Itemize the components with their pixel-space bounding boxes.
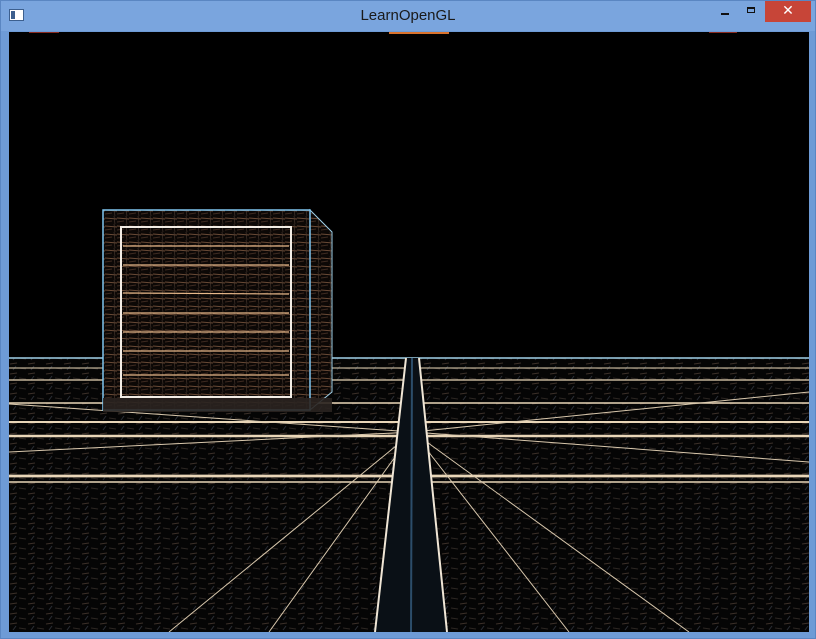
close-button[interactable]: ✕ — [765, 1, 811, 22]
crate-side-face — [309, 208, 333, 412]
opengl-viewport[interactable] — [9, 32, 809, 632]
window-title: LearnOpenGL — [360, 7, 456, 24]
top-edge-flecks — [29, 32, 737, 34]
crate-front-face — [102, 209, 311, 411]
crate-bottom-edge — [103, 398, 332, 412]
minimize-button[interactable] — [711, 1, 738, 22]
title-bar[interactable]: LearnOpenGL ✕ — [1, 1, 815, 31]
edge-detection-scene — [9, 32, 809, 632]
maximize-button[interactable] — [738, 1, 764, 22]
application-window: LearnOpenGL ✕ — [0, 0, 816, 639]
